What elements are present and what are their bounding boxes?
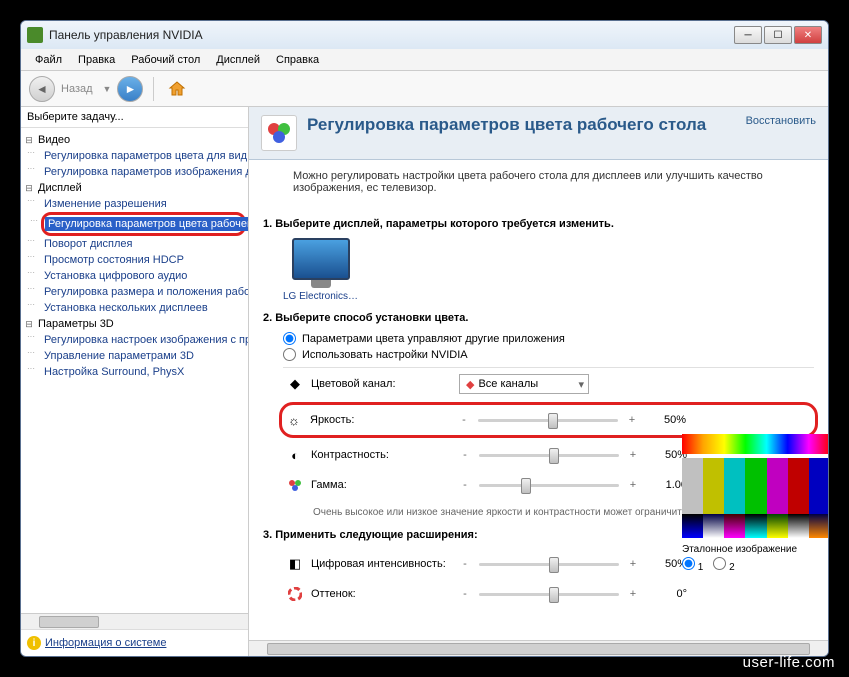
sidebar-scrollbar[interactable] bbox=[21, 613, 248, 629]
preview-radio-2[interactable] bbox=[713, 557, 726, 570]
hue-slider[interactable] bbox=[479, 585, 619, 603]
preview-panel: Эталонное изображение 1 2 bbox=[682, 434, 828, 573]
tree-toggle[interactable]: ⊟ bbox=[23, 135, 35, 146]
channel-icon: ◆ bbox=[287, 376, 303, 392]
gamma-value: 1.00 bbox=[647, 479, 687, 491]
menu-help[interactable]: Справка bbox=[268, 52, 327, 68]
step1-title: 1. Выберите дисплей, параметры которого … bbox=[263, 218, 814, 230]
tree-item[interactable]: Настройка Surround, PhysX bbox=[41, 365, 187, 379]
hue-label: Оттенок: bbox=[311, 588, 451, 600]
restore-link[interactable]: Восстановить bbox=[746, 115, 816, 127]
header-icon bbox=[261, 115, 297, 151]
back-dropdown-icon[interactable]: ▼ bbox=[103, 84, 112, 94]
menubar: Файл Правка Рабочий стол Дисплей Справка bbox=[21, 49, 828, 71]
brightness-label: Яркость: bbox=[310, 414, 450, 426]
gamma-label: Гамма: bbox=[311, 479, 451, 491]
back-label: Назад bbox=[61, 83, 93, 95]
tree-item[interactable]: Регулировка настроек изображения с пр bbox=[41, 333, 248, 347]
tree-group-display[interactable]: Дисплей bbox=[35, 181, 85, 195]
tree-item[interactable]: Изменение разрешения bbox=[41, 197, 170, 211]
brightness-icon: ☼ bbox=[286, 412, 302, 428]
tree-item[interactable]: Установка нескольких дисплеев bbox=[41, 301, 211, 315]
gradient-row bbox=[682, 514, 828, 538]
task-tree: ⊟Видео Регулировка параметров цвета для … bbox=[21, 128, 248, 613]
radio-other-apps[interactable] bbox=[283, 332, 296, 345]
main-panel: Регулировка параметров цвета рабочего ст… bbox=[249, 107, 828, 656]
contrast-label: Контрастность: bbox=[311, 449, 451, 461]
menu-display[interactable]: Дисплей bbox=[208, 52, 268, 68]
tree-item[interactable]: Регулировка размера и положения рабо bbox=[41, 285, 248, 299]
monitor-selector[interactable]: LG Electronics… bbox=[283, 238, 358, 302]
tree-toggle[interactable]: ⊟ bbox=[23, 183, 35, 194]
hue-value: 0° bbox=[647, 588, 687, 600]
digital-value: 50% bbox=[647, 558, 687, 570]
menu-edit[interactable]: Правка bbox=[70, 52, 123, 68]
tree-item[interactable]: Регулировка параметров изображения д bbox=[41, 165, 248, 179]
forward-button[interactable]: ► bbox=[117, 76, 143, 102]
main-header: Регулировка параметров цвета рабочего ст… bbox=[249, 107, 828, 160]
back-button[interactable]: ◄ bbox=[29, 76, 55, 102]
monitor-icon bbox=[292, 238, 350, 280]
digital-label: Цифровая интенсивность: bbox=[311, 558, 451, 570]
gamma-icon bbox=[287, 477, 303, 493]
tree-item[interactable]: Поворот дисплея bbox=[41, 237, 135, 251]
channel-label: Цветовой канал: bbox=[311, 378, 451, 390]
hue-icon bbox=[287, 586, 303, 602]
sidebar-header: Выберите задачу... bbox=[21, 107, 248, 128]
menu-file[interactable]: Файл bbox=[27, 52, 70, 68]
brightness-value: 50% bbox=[646, 414, 686, 426]
page-description: Можно регулировать настройки цвета рабоч… bbox=[249, 160, 828, 204]
color-spectrum bbox=[682, 434, 828, 454]
contrast-icon: ◐ bbox=[287, 447, 303, 463]
app-window: Панель управления NVIDIA ─ ☐ ✕ Файл Прав… bbox=[20, 20, 829, 657]
tree-item[interactable]: Просмотр состояния HDCP bbox=[41, 253, 187, 267]
maximize-button[interactable]: ☐ bbox=[764, 26, 792, 44]
home-button[interactable] bbox=[164, 76, 190, 102]
watermark: user-life.com bbox=[743, 654, 835, 671]
digital-icon: ◧ bbox=[287, 556, 303, 572]
tree-item[interactable]: Регулировка параметров цвета для вид bbox=[41, 149, 248, 163]
preview-label: Эталонное изображение bbox=[682, 544, 828, 555]
main-scrollbar[interactable] bbox=[249, 640, 828, 656]
preview-radio-1[interactable] bbox=[682, 557, 695, 570]
menu-desktop[interactable]: Рабочий стол bbox=[123, 52, 208, 68]
tree-item[interactable]: Управление параметрами 3D bbox=[41, 349, 197, 363]
toolbar: ◄ Назад ▼ ► bbox=[21, 71, 828, 107]
window-title: Панель управления NVIDIA bbox=[49, 28, 734, 42]
minimize-button[interactable]: ─ bbox=[734, 26, 762, 44]
info-icon: i bbox=[27, 636, 41, 650]
system-info-link[interactable]: Информация о системе bbox=[45, 637, 166, 649]
contrast-value: 50% bbox=[647, 449, 687, 461]
tree-item[interactable]: Установка цифрового аудио bbox=[41, 269, 190, 283]
gamma-slider[interactable] bbox=[479, 476, 619, 494]
titlebar: Панель управления NVIDIA ─ ☐ ✕ bbox=[21, 21, 828, 49]
smpte-bars bbox=[682, 458, 828, 514]
page-title: Регулировка параметров цвета рабочего ст… bbox=[307, 115, 736, 135]
tree-item-selected[interactable]: Регулировка параметров цвета рабочег bbox=[45, 217, 248, 231]
step2-title: 2. Выберите способ установки цвета. bbox=[263, 312, 814, 324]
monitor-label: LG Electronics… bbox=[283, 291, 358, 302]
tree-group-video[interactable]: Видео bbox=[35, 133, 73, 147]
channel-dropdown[interactable]: ◆Все каналы bbox=[459, 374, 589, 394]
brightness-slider[interactable] bbox=[478, 411, 618, 429]
app-icon bbox=[27, 27, 43, 43]
tree-group-3d[interactable]: Параметры 3D bbox=[35, 317, 117, 331]
contrast-slider[interactable] bbox=[479, 446, 619, 464]
digital-slider[interactable] bbox=[479, 555, 619, 573]
divider bbox=[153, 77, 154, 101]
tree-toggle[interactable]: ⊟ bbox=[23, 319, 35, 330]
radio-nvidia[interactable] bbox=[283, 348, 296, 361]
close-button[interactable]: ✕ bbox=[794, 26, 822, 44]
sidebar: Выберите задачу... ⊟Видео Регулировка па… bbox=[21, 107, 249, 656]
